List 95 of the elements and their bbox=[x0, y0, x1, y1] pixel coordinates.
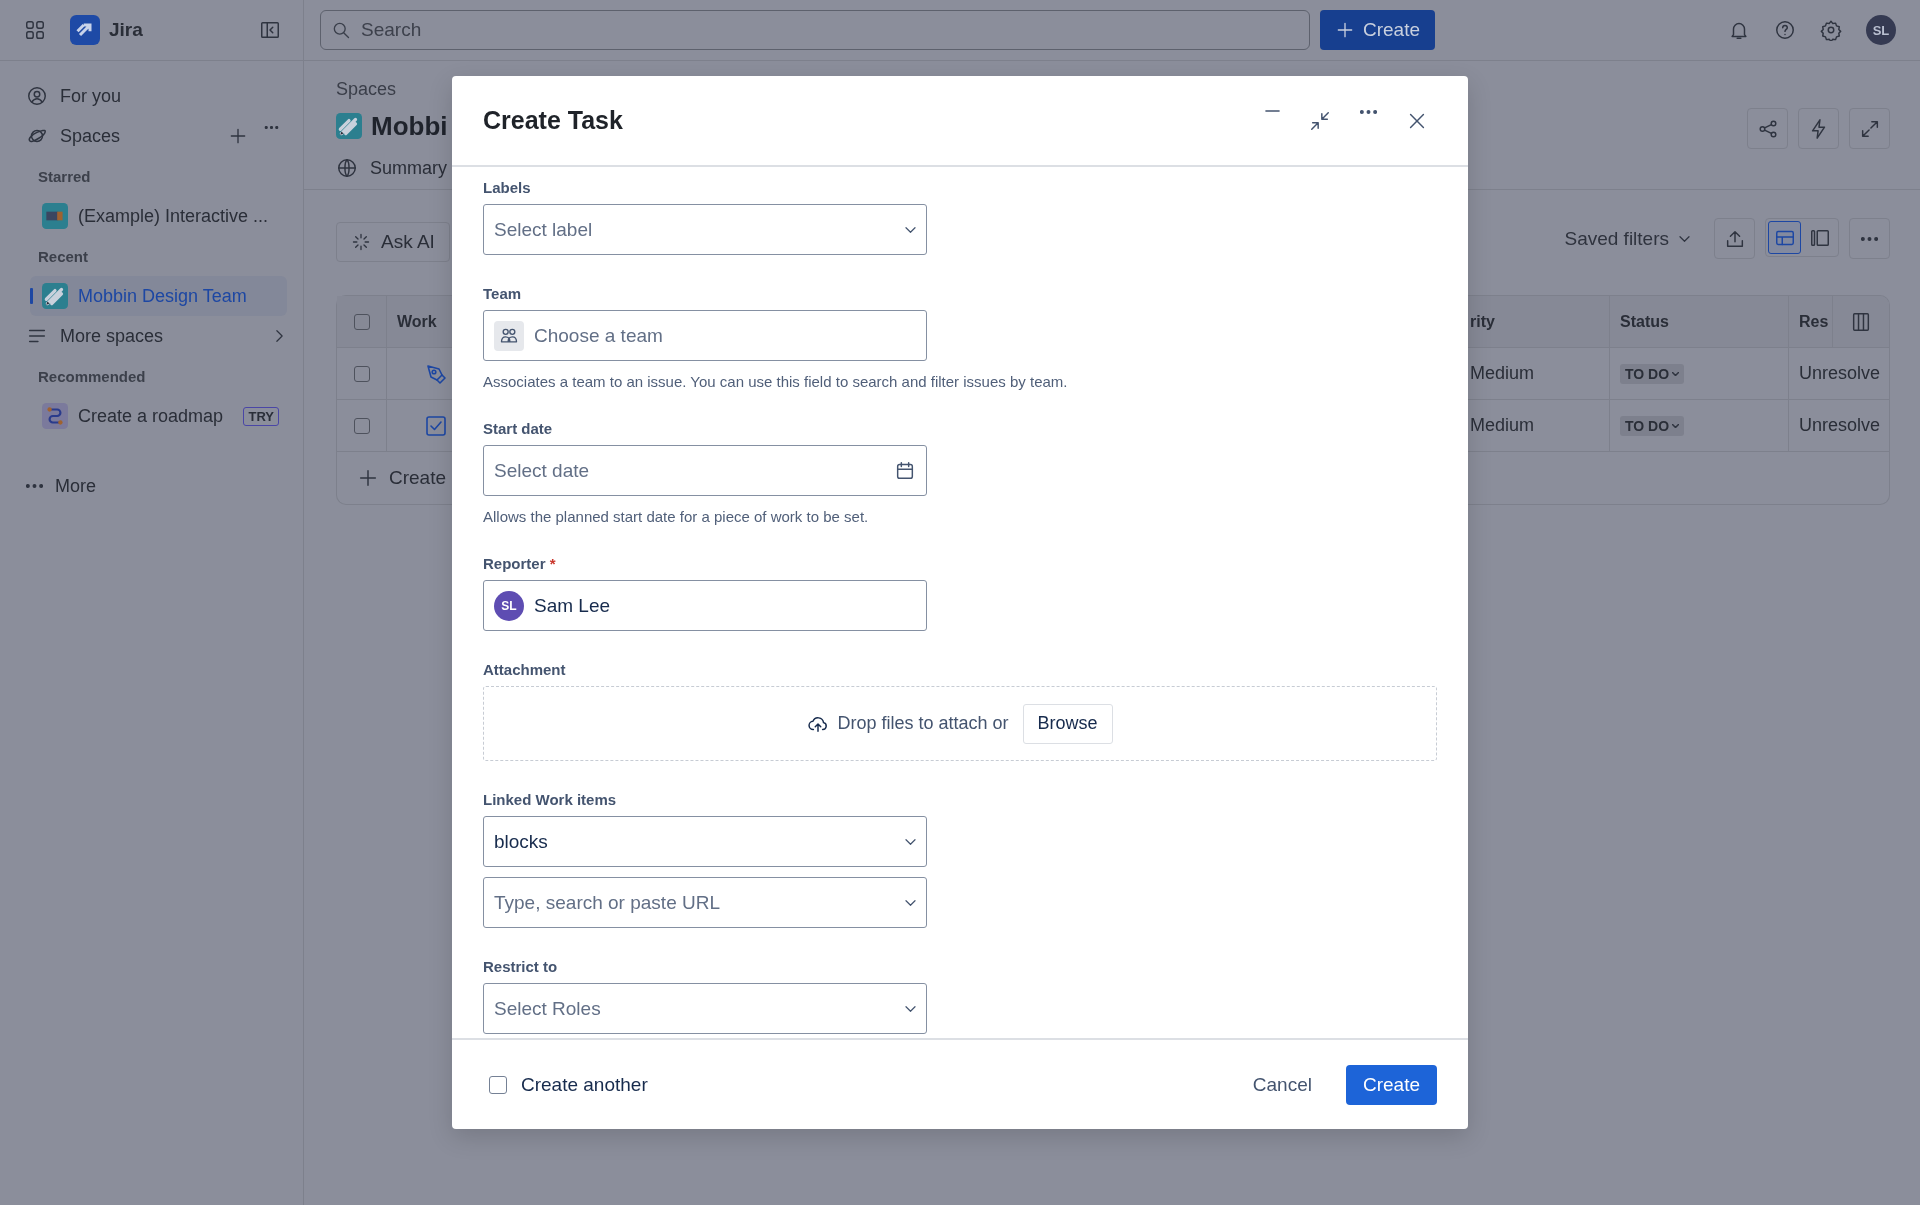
more-icon bbox=[26, 484, 43, 488]
sidebar-item[interactable]: For you bbox=[26, 76, 291, 116]
create-button[interactable]: Create bbox=[1345, 1064, 1437, 1105]
table-cell-text: Unresolve bbox=[1798, 414, 1882, 437]
collapse-icon[interactable] bbox=[1309, 109, 1331, 132]
avatar: SL bbox=[494, 590, 524, 621]
field-label: Restrict to bbox=[483, 958, 559, 975]
table-view-button[interactable] bbox=[1768, 221, 1801, 254]
table-cell-text: Unresolve bbox=[1798, 362, 1882, 385]
fullscreen-button[interactable] bbox=[1849, 108, 1890, 149]
plus-icon bbox=[1335, 20, 1355, 40]
section-heading: Starred bbox=[37, 166, 92, 187]
chevron-down-icon bbox=[905, 226, 916, 233]
more-button[interactable] bbox=[1849, 218, 1890, 259]
browse-button[interactable]: Browse bbox=[1022, 703, 1113, 744]
checkbox[interactable] bbox=[489, 1075, 507, 1094]
cancel-button[interactable]: Cancel bbox=[1238, 1064, 1326, 1105]
chevron-icon bbox=[276, 330, 283, 342]
more-icon[interactable] bbox=[264, 126, 279, 129]
jira-logo bbox=[70, 15, 100, 45]
row-checkbox[interactable] bbox=[353, 365, 370, 382]
reporter-field[interactable]: SL Sam Lee bbox=[483, 580, 927, 631]
select-field[interactable]: Select label bbox=[483, 204, 927, 255]
column-header: Res bbox=[1798, 311, 1830, 332]
globe-icon bbox=[336, 157, 358, 179]
status-dropdown[interactable]: TO DO bbox=[1620, 415, 1685, 436]
search-field[interactable]: Type, search or paste URL bbox=[483, 877, 927, 928]
row-checkbox[interactable] bbox=[353, 417, 370, 434]
sidebar-item[interactable]: More bbox=[26, 466, 291, 506]
help-text: Allows the planned start date for a piece of work to be set. bbox=[483, 508, 870, 525]
sidebar-item[interactable]: Mobbin Design Team bbox=[30, 276, 287, 316]
more-icon bbox=[1861, 236, 1878, 241]
column-header: Work bbox=[396, 311, 438, 332]
product-name: Jira bbox=[109, 19, 143, 41]
chevron-down-icon bbox=[905, 838, 916, 845]
plus-icon bbox=[357, 467, 379, 489]
chevron-down-icon bbox=[905, 899, 916, 906]
chevron-down-icon bbox=[1679, 235, 1690, 242]
status-dropdown[interactable]: TO DO bbox=[1620, 363, 1685, 384]
checkbox-label: Create another bbox=[521, 1073, 648, 1096]
sparkle-icon bbox=[351, 232, 371, 252]
chevron-down-icon bbox=[1672, 423, 1680, 428]
help-icon[interactable] bbox=[1774, 19, 1796, 41]
checkbox-icon bbox=[424, 413, 448, 438]
field-label: Labels bbox=[483, 179, 532, 196]
export-button[interactable] bbox=[1714, 218, 1755, 259]
ask-ai-button[interactable]: Ask AI bbox=[336, 222, 450, 262]
select-field[interactable]: blocks bbox=[483, 816, 927, 867]
add-icon[interactable] bbox=[228, 126, 248, 146]
calendar-icon bbox=[894, 459, 916, 482]
search-icon bbox=[331, 20, 351, 40]
apps-icon[interactable] bbox=[24, 19, 46, 41]
share-button[interactable] bbox=[1747, 108, 1788, 149]
date-field[interactable]: Select date bbox=[483, 445, 927, 496]
sidebar-item[interactable]: (Example) Interactive ... bbox=[30, 196, 287, 236]
try-badge: TRY bbox=[243, 406, 279, 426]
columns-icon[interactable] bbox=[1850, 310, 1872, 333]
automation-button[interactable] bbox=[1798, 108, 1839, 149]
field-label: Linked Work items bbox=[483, 791, 618, 808]
section-heading: Recommended bbox=[37, 366, 147, 387]
column-header: Status bbox=[1610, 296, 1789, 347]
breadcrumb[interactable]: Spaces bbox=[336, 79, 452, 105]
space-icon bbox=[42, 283, 68, 309]
help-text: Associates a team to an issue. You can use this field to search and filter issues by team. bbox=[483, 373, 1069, 390]
more-icon[interactable] bbox=[1360, 109, 1377, 114]
select-field[interactable]: Select Roles bbox=[483, 983, 927, 1034]
sidebar-item[interactable]: Create a roadmap TRY bbox=[30, 396, 287, 436]
saved-filters-dropdown[interactable]: Saved filters bbox=[1564, 218, 1690, 259]
page-title: Mobbi bbox=[371, 110, 448, 142]
sidebar-item[interactable]: Spaces bbox=[26, 116, 291, 156]
drop-zone[interactable]: Drop files to attach or Browse bbox=[483, 686, 1437, 761]
space-icon bbox=[42, 403, 68, 429]
minimize-icon[interactable] bbox=[1265, 109, 1280, 112]
create-row-button[interactable]: Create bbox=[337, 452, 447, 504]
sidebar-item[interactable]: More spaces bbox=[26, 316, 291, 356]
person-icon bbox=[26, 85, 48, 107]
drop-hint: Drop files to attach or bbox=[837, 713, 1009, 734]
space-icon bbox=[336, 113, 362, 139]
avatar[interactable]: SL bbox=[1866, 15, 1896, 45]
field-label: Start date bbox=[483, 420, 554, 437]
field-label: Team bbox=[483, 285, 523, 302]
field-label: Attachment bbox=[483, 661, 567, 678]
dialog-title: Create Task bbox=[483, 106, 623, 135]
create-button[interactable]: Create bbox=[1320, 10, 1436, 50]
chevron-down-icon bbox=[1672, 371, 1680, 376]
team-field[interactable]: Choose a team bbox=[483, 310, 927, 361]
search-field[interactable]: Search bbox=[320, 10, 1310, 50]
space-icon bbox=[42, 203, 68, 229]
select-all-checkbox[interactable] bbox=[353, 313, 370, 330]
settings-icon[interactable] bbox=[1820, 19, 1842, 41]
summary-tab[interactable]: Summary bbox=[336, 147, 452, 189]
chevron-down-icon bbox=[905, 1005, 916, 1012]
section-heading: Recent bbox=[37, 246, 90, 267]
field-label: Reporter * bbox=[483, 555, 557, 572]
sidebar-toggle-icon[interactable] bbox=[259, 19, 281, 41]
